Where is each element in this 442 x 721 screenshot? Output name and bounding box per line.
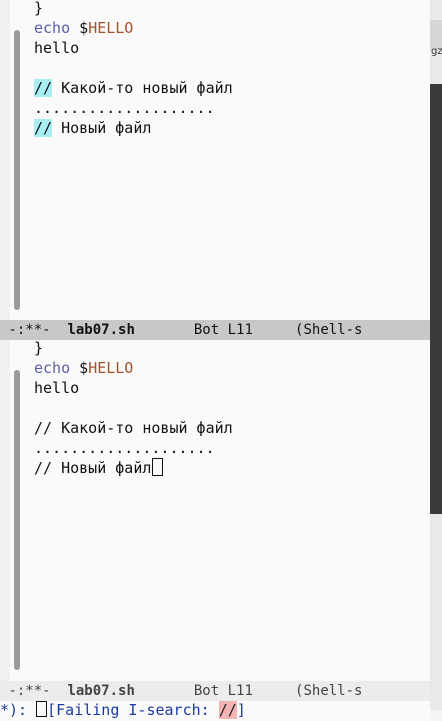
buffer-name: lab07.sh bbox=[67, 683, 135, 699]
isearch-prompt: [Failing I-search: bbox=[47, 701, 219, 719]
code-line: hello bbox=[34, 379, 80, 397]
major-mode: (Shell-s bbox=[295, 683, 363, 699]
editor-window-top[interactable]: } echo $HELLO hello // Какой-то новый фа… bbox=[0, 0, 430, 320]
minibuffer[interactable]: *): [Failing I-search: //] bbox=[0, 701, 430, 721]
scrollbar-bottom[interactable] bbox=[14, 370, 20, 670]
code-line: // Новый файл bbox=[34, 458, 430, 478]
left-fringe bbox=[0, 0, 10, 320]
editor-window-bottom[interactable]: } echo $HELLO hello // Какой-то новый фа… bbox=[0, 340, 430, 681]
minibuffer-cursor bbox=[36, 701, 48, 717]
keyword-echo: echo bbox=[34, 19, 71, 37]
buffer-name: lab07.sh bbox=[67, 322, 135, 338]
variable-hello: HELLO bbox=[88, 19, 134, 37]
adjacent-window-dark-panel bbox=[430, 84, 442, 514]
code-line: } bbox=[34, 0, 44, 17]
text-cursor bbox=[152, 458, 164, 476]
adjacent-window-text: gz bbox=[431, 46, 442, 57]
code-line: // Какой-то новый файл bbox=[34, 79, 233, 97]
code-line: echo $HELLO bbox=[34, 359, 134, 377]
variable-hello: HELLO bbox=[88, 359, 134, 377]
search-match-highlight: // bbox=[34, 79, 53, 97]
code-line: .................... bbox=[34, 439, 215, 457]
scrollbar-top[interactable] bbox=[14, 30, 20, 310]
code-line: hello bbox=[34, 39, 80, 57]
mode-line-bottom[interactable]: -:**- lab07.sh Bot L11 (Shell-s bbox=[0, 681, 430, 701]
buffer-text-top[interactable]: } echo $HELLO hello // Какой-то новый фа… bbox=[34, 0, 430, 138]
code-line: // Новый файл bbox=[34, 119, 152, 137]
adjacent-window-edge: gz bbox=[430, 0, 442, 710]
buffer-text-bottom[interactable]: } echo $HELLO hello // Какой-то новый фа… bbox=[34, 340, 430, 478]
isearch-query: // bbox=[218, 701, 237, 719]
cursor-position: Bot L11 bbox=[134, 683, 296, 699]
mode-line-top[interactable]: -:**- lab07.sh Bot L11 (Shell-s bbox=[0, 320, 430, 340]
code-line: // Какой-то новый файл bbox=[34, 419, 233, 437]
cursor-position: Bot L11 bbox=[134, 322, 296, 338]
left-fringe bbox=[0, 340, 10, 681]
code-line: } bbox=[34, 340, 44, 357]
keyword-echo: echo bbox=[34, 359, 71, 377]
code-line: .................... bbox=[34, 99, 215, 117]
major-mode: (Shell-s bbox=[295, 322, 363, 338]
search-match-highlight: // bbox=[34, 119, 53, 137]
code-line: echo $HELLO bbox=[34, 19, 134, 37]
